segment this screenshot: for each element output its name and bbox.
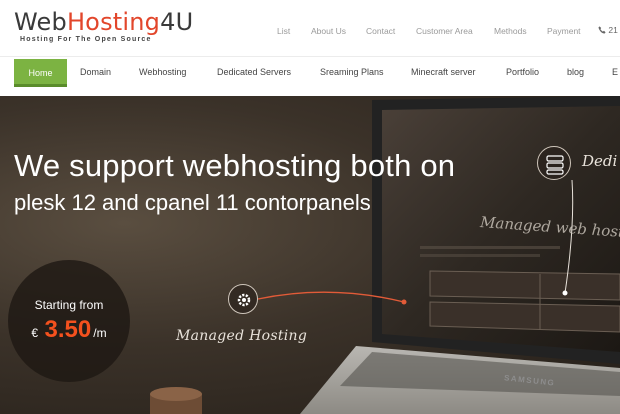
nav-item-home[interactable]: Home: [14, 59, 67, 87]
hero-subheadline: plesk 12 and cpanel 11 contorpanels: [14, 190, 371, 215]
nav-item-dedicated-servers[interactable]: Dedicated Servers: [217, 57, 291, 87]
hero-slider: Managed web host SAMSUNG We support webh…: [0, 96, 620, 414]
nav-item-blog[interactable]: blog: [567, 57, 584, 87]
feature-managed-hosting-label: Managed Hosting: [176, 328, 308, 344]
top-link-payment[interactable]: Payment: [547, 26, 581, 36]
price-period: /m: [93, 326, 107, 340]
top-link-about-us[interactable]: About Us: [311, 26, 346, 36]
feature-dedicated-label: Dedi: [582, 152, 618, 170]
price-badge[interactable]: Starting from € 3.50/m: [8, 260, 130, 382]
price-currency: €: [31, 326, 39, 340]
top-link-customer-area[interactable]: Customer Area: [416, 26, 473, 36]
nav-item-overflow[interactable]: E: [612, 57, 618, 87]
nav-item-minecraft-server[interactable]: Minecraft server: [411, 57, 476, 87]
gear-icon: [228, 284, 258, 314]
hero-headline: We support webhosting both on: [14, 148, 456, 183]
price-amount: 3.50: [44, 316, 92, 343]
price-intro-text: Starting from: [34, 298, 104, 312]
top-link-list[interactable]: List: [277, 26, 290, 36]
phone-icon: [598, 26, 606, 34]
nav-item-portfolio[interactable]: Portfolio: [506, 57, 539, 87]
top-link-methods[interactable]: Methods: [494, 26, 527, 36]
nav-item-webhosting[interactable]: Webhosting: [139, 57, 186, 87]
price-value: € 3.50/m: [8, 316, 130, 344]
nav-item-domain[interactable]: Domain: [80, 57, 111, 87]
top-link-contact[interactable]: Contact: [366, 26, 395, 36]
site-header: WebHosting4U Hosting For The Open Source…: [0, 0, 620, 56]
main-nav: Home Domain Webhosting Dedicated Servers…: [0, 56, 620, 96]
server-icon: [537, 146, 571, 180]
phone-contact[interactable]: 21: [598, 25, 618, 35]
top-nav: List About Us Contact Customer Area Meth…: [0, 26, 620, 38]
nav-item-streaming-plans[interactable]: Sreaming Plans: [320, 57, 384, 87]
phone-number: 21: [608, 25, 618, 35]
